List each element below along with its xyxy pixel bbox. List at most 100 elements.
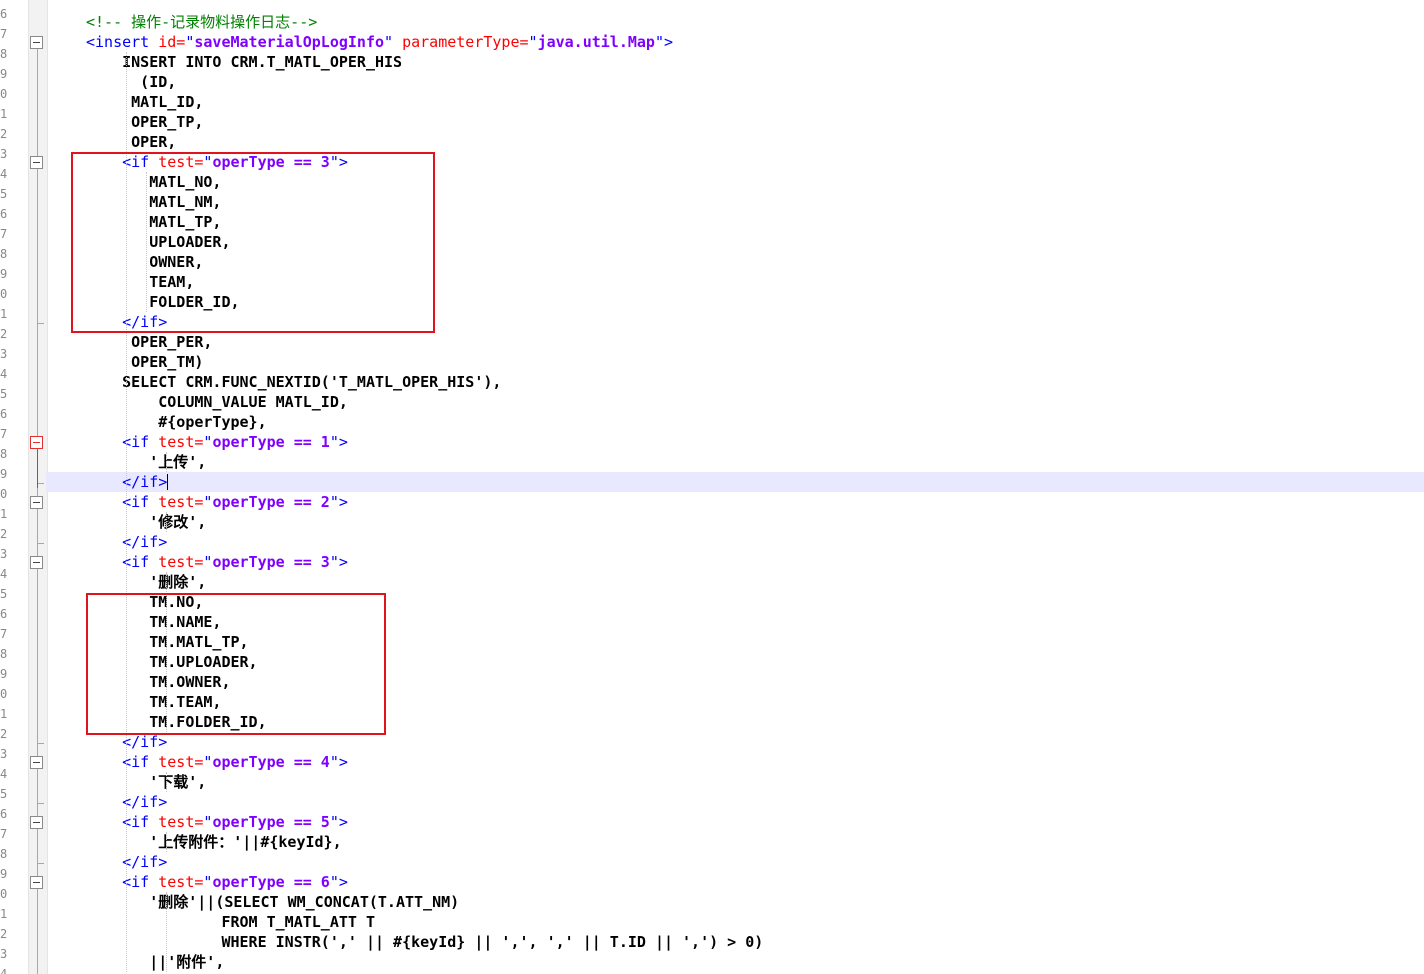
code-line[interactable]: TM.TEAM, — [46, 692, 1424, 712]
code-line-content: </if> — [86, 473, 169, 491]
code-token: "> — [329, 433, 348, 451]
code-line-content: '删除', — [86, 573, 206, 591]
code-line[interactable]: SELECT CRM.FUNC_NEXTID('T_MATL_OPER_HIS'… — [46, 372, 1424, 392]
fold-minus-icon[interactable] — [30, 756, 43, 769]
code-line[interactable]: <if test="operType == 6"> — [46, 872, 1424, 892]
code-token: <if — [86, 153, 159, 171]
line-number: 0 — [0, 687, 7, 701]
fold-minus-icon[interactable] — [30, 496, 43, 509]
code-line[interactable]: COLUMN_VALUE MATL_ID, — [46, 392, 1424, 412]
code-line[interactable]: </if> — [46, 312, 1424, 332]
code-line-content: TM.NO, — [86, 593, 203, 611]
code-line-content: TM.TEAM, — [86, 693, 221, 711]
code-line[interactable]: MATL_ID, — [46, 92, 1424, 112]
code-line[interactable]: MATL_NO, — [46, 172, 1424, 192]
indent-guide — [166, 892, 167, 972]
code-line-content: '上传附件：'||#{keyId}, — [86, 833, 341, 851]
code-token: test= — [158, 813, 204, 831]
code-line[interactable]: OPER, — [46, 132, 1424, 152]
code-line[interactable]: TM.UPLOADER, — [46, 652, 1424, 672]
code-line[interactable]: </if> — [46, 532, 1424, 552]
line-number: 8 — [0, 847, 7, 861]
code-token: <if — [86, 873, 159, 891]
indent-guide — [166, 832, 167, 852]
code-line[interactable]: </if> — [46, 472, 1424, 492]
code-token: <if — [86, 553, 159, 571]
fold-minus-icon[interactable] — [30, 876, 43, 889]
code-line[interactable]: INSERT INTO CRM.T_MATL_OPER_HIS — [46, 52, 1424, 72]
code-editor[interactable]: <!-- 操作-记录物料操作日志--> <insert id="saveMater… — [46, 0, 1424, 974]
code-line[interactable]: '下载', — [46, 772, 1424, 792]
code-line[interactable]: '上传附件：'||#{keyId}, — [46, 832, 1424, 852]
code-line[interactable]: OWNER, — [46, 252, 1424, 272]
code-line[interactable]: <if test="operType == 1"> — [46, 432, 1424, 452]
fold-minus-icon[interactable] — [30, 36, 43, 49]
code-line[interactable]: ||'附件', — [46, 952, 1424, 972]
code-line[interactable]: TM.OWNER, — [46, 672, 1424, 692]
code-line[interactable]: TM.NO, — [46, 592, 1424, 612]
code-line[interactable]: (ID, — [46, 72, 1424, 92]
code-token: FOLDER_ID, — [86, 293, 240, 311]
line-number: 5 — [0, 387, 7, 401]
code-line-content: TM.FOLDER_ID, — [86, 713, 266, 731]
code-line[interactable]: FOLDER_ID, — [46, 292, 1424, 312]
fold-minus-icon[interactable] — [30, 816, 43, 829]
code-line[interactable]: WHERE INSTR(',' || #{keyId} || ',', ',' … — [46, 932, 1424, 952]
code-token: "> — [654, 33, 674, 51]
code-line[interactable]: </if> — [46, 732, 1424, 752]
code-token: <insert — [86, 33, 159, 51]
code-token: "> — [329, 153, 348, 171]
code-line[interactable]: UPLOADER, — [46, 232, 1424, 252]
code-line[interactable]: <if test="operType == 5"> — [46, 812, 1424, 832]
line-number: 7 — [0, 627, 7, 641]
code-line[interactable]: #{operType}, — [46, 412, 1424, 432]
code-line[interactable]: MATL_TP, — [46, 212, 1424, 232]
line-number: 7 — [0, 227, 7, 241]
code-line[interactable]: '修改', — [46, 512, 1424, 532]
code-token: TM.TEAM, — [86, 693, 222, 711]
code-line[interactable]: </if> — [46, 792, 1424, 812]
code-line[interactable]: </if> — [46, 852, 1424, 872]
fold-minus-icon[interactable] — [30, 556, 43, 569]
code-line-content: MATL_ID, — [86, 93, 203, 111]
code-line[interactable]: OPER_PER, — [46, 332, 1424, 352]
code-line[interactable]: <if test="operType == 4"> — [46, 752, 1424, 772]
code-token: saveMaterialOpLogInfo — [194, 33, 385, 51]
code-line[interactable]: <if test="operType == 3"> — [46, 152, 1424, 172]
code-token: MATL_ID, — [86, 93, 204, 111]
code-token: UPLOADER, — [86, 233, 231, 251]
code-line[interactable]: MATL_NM, — [46, 192, 1424, 212]
code-line[interactable]: <if test="operType == 3"> — [46, 552, 1424, 572]
code-token: TM.OWNER, — [86, 673, 231, 691]
code-line[interactable]: OPER_TP, — [46, 112, 1424, 132]
code-line[interactable]: <insert id="saveMaterialOpLogInfo" param… — [46, 32, 1424, 52]
code-line[interactable]: <!-- 操作-记录物料操作日志--> — [46, 12, 1424, 32]
code-token: MATL_NM, — [86, 193, 222, 211]
code-token: test= — [158, 493, 204, 511]
code-line[interactable]: '删除', — [46, 572, 1424, 592]
fold-end-icon — [37, 543, 44, 544]
line-number: 9 — [0, 467, 7, 481]
code-line[interactable]: <if test="operType == 2"> — [46, 492, 1424, 512]
line-number: 2 — [0, 327, 7, 341]
code-line-content: INSERT INTO CRM.T_MATL_OPER_HIS — [86, 53, 402, 71]
code-line[interactable]: FROM T_MATL_ATT T — [46, 912, 1424, 932]
code-token: '下载', — [86, 773, 207, 791]
code-line[interactable]: TM.FOLDER_ID, — [46, 712, 1424, 732]
code-line[interactable]: TM.MATL_TP, — [46, 632, 1424, 652]
code-token: TM.NO, — [86, 593, 204, 611]
code-line[interactable]: '删除'||(SELECT WM_CONCAT(T.ATT_NM) — [46, 892, 1424, 912]
code-line-content: ||'附件', — [86, 953, 224, 971]
fold-minus-icon[interactable] — [30, 156, 43, 169]
code-line[interactable]: OPER_TM) — [46, 352, 1424, 372]
line-number: 9 — [0, 667, 7, 681]
code-token: OWNER, — [86, 253, 204, 271]
code-line[interactable]: TEAM, — [46, 272, 1424, 292]
code-line[interactable]: TM.NAME, — [46, 612, 1424, 632]
fold-end-icon — [37, 803, 44, 804]
line-number: 4 — [0, 567, 7, 581]
line-number: 0 — [0, 287, 7, 301]
code-line[interactable]: '上传', — [46, 452, 1424, 472]
code-line-content: UPLOADER, — [86, 233, 231, 251]
line-number: 5 — [0, 587, 7, 601]
